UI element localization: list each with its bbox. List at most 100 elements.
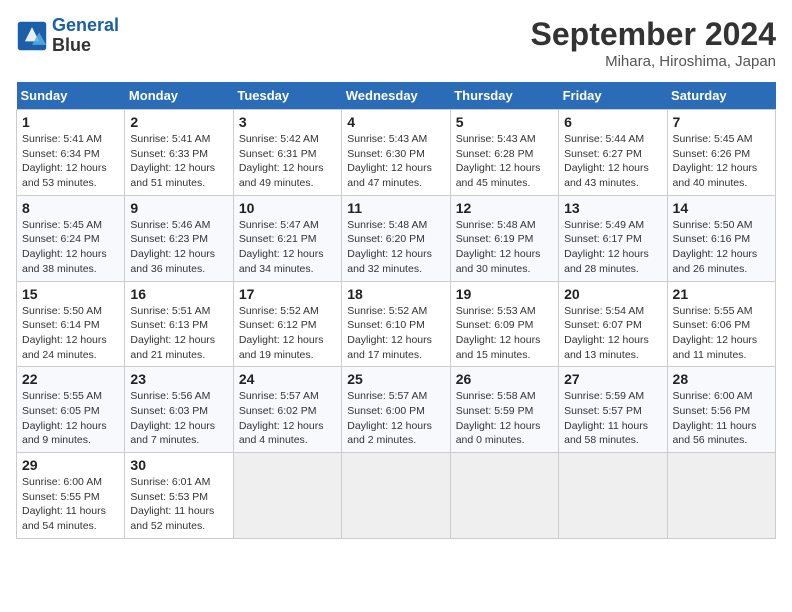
day-number: 2	[130, 114, 227, 130]
calendar-week-row: 29 Sunrise: 6:00 AM Sunset: 5:55 PM Dayli…	[17, 453, 776, 539]
cell-info: Sunrise: 6:00 AM Sunset: 5:55 PM Dayligh…	[22, 475, 119, 534]
cell-info: Sunrise: 5:52 AM Sunset: 6:12 PM Dayligh…	[239, 304, 336, 363]
calendar-cell: 21Sunrise: 5:55 AM Sunset: 6:06 PM Dayli…	[667, 281, 775, 367]
calendar-week-row: 1Sunrise: 5:41 AM Sunset: 6:34 PM Daylig…	[17, 110, 776, 196]
calendar-cell: 9 Sunrise: 5:46 AM Sunset: 6:23 PM Daylig…	[125, 195, 233, 281]
day-number: 4	[347, 114, 444, 130]
day-number: 9	[130, 200, 227, 216]
cell-info: Sunrise: 5:45 AM Sunset: 6:26 PM Dayligh…	[673, 132, 770, 191]
cell-info: Sunrise: 5:53 AM Sunset: 6:09 PM Dayligh…	[456, 304, 553, 363]
column-header-saturday: Saturday	[667, 82, 775, 110]
cell-info: Sunrise: 5:49 AM Sunset: 6:17 PM Dayligh…	[564, 218, 661, 277]
day-number: 21	[673, 286, 770, 302]
cell-info: Sunrise: 5:57 AM Sunset: 6:02 PM Dayligh…	[239, 389, 336, 448]
calendar-cell: 22Sunrise: 5:55 AM Sunset: 6:05 PM Dayli…	[17, 367, 125, 453]
calendar-cell	[450, 453, 558, 539]
column-header-sunday: Sunday	[17, 82, 125, 110]
cell-info: Sunrise: 5:52 AM Sunset: 6:10 PM Dayligh…	[347, 304, 444, 363]
calendar-cell: 7 Sunrise: 5:45 AM Sunset: 6:26 PM Daylig…	[667, 110, 775, 196]
day-number: 6	[564, 114, 661, 130]
cell-info: Sunrise: 5:45 AM Sunset: 6:24 PM Dayligh…	[22, 218, 119, 277]
cell-info: Sunrise: 5:41 AM Sunset: 6:34 PM Dayligh…	[22, 132, 119, 191]
calendar-cell: 11Sunrise: 5:48 AM Sunset: 6:20 PM Dayli…	[342, 195, 450, 281]
calendar-cell: 25 Sunrise: 5:57 AM Sunset: 6:00 PM Dayli…	[342, 367, 450, 453]
cell-info: Sunrise: 5:43 AM Sunset: 6:30 PM Dayligh…	[347, 132, 444, 191]
cell-info: Sunrise: 5:41 AM Sunset: 6:33 PM Dayligh…	[130, 132, 227, 191]
calendar-cell	[342, 453, 450, 539]
calendar-cell	[233, 453, 341, 539]
day-number: 23	[130, 371, 227, 387]
day-number: 12	[456, 200, 553, 216]
calendar-cell: 27Sunrise: 5:59 AM Sunset: 5:57 PM Dayli…	[559, 367, 667, 453]
day-number: 22	[22, 371, 119, 387]
calendar-cell	[559, 453, 667, 539]
cell-info: Sunrise: 5:57 AM Sunset: 6:00 PM Dayligh…	[347, 389, 444, 448]
day-number: 7	[673, 114, 770, 130]
calendar-cell: 16 Sunrise: 5:51 AM Sunset: 6:13 PM Dayli…	[125, 281, 233, 367]
day-number: 20	[564, 286, 661, 302]
day-number: 26	[456, 371, 553, 387]
column-header-monday: Monday	[125, 82, 233, 110]
calendar-week-row: 15 Sunrise: 5:50 AM Sunset: 6:14 PM Dayli…	[17, 281, 776, 367]
day-number: 19	[456, 286, 553, 302]
calendar-cell: 3 Sunrise: 5:42 AM Sunset: 6:31 PM Daylig…	[233, 110, 341, 196]
calendar-cell: 18 Sunrise: 5:52 AM Sunset: 6:10 PM Dayli…	[342, 281, 450, 367]
calendar-cell: 17 Sunrise: 5:52 AM Sunset: 6:12 PM Dayli…	[233, 281, 341, 367]
cell-info: Sunrise: 5:47 AM Sunset: 6:21 PM Dayligh…	[239, 218, 336, 277]
logo: General Blue	[16, 16, 119, 56]
day-number: 28	[673, 371, 770, 387]
cell-info: Sunrise: 5:58 AM Sunset: 5:59 PM Dayligh…	[456, 389, 553, 448]
day-number: 25	[347, 371, 444, 387]
day-number: 14	[673, 200, 770, 216]
calendar-cell: 15 Sunrise: 5:50 AM Sunset: 6:14 PM Dayli…	[17, 281, 125, 367]
day-number: 3	[239, 114, 336, 130]
day-number: 18	[347, 286, 444, 302]
calendar-week-row: 8 Sunrise: 5:45 AM Sunset: 6:24 PM Daylig…	[17, 195, 776, 281]
day-number: 29	[22, 457, 119, 473]
day-number: 11	[347, 200, 444, 216]
cell-info: Sunrise: 5:51 AM Sunset: 6:13 PM Dayligh…	[130, 304, 227, 363]
title-area: September 2024 Mihara, Hiroshima, Japan	[531, 16, 776, 70]
calendar-cell: 13Sunrise: 5:49 AM Sunset: 6:17 PM Dayli…	[559, 195, 667, 281]
cell-info: Sunrise: 5:43 AM Sunset: 6:28 PM Dayligh…	[456, 132, 553, 191]
calendar-cell: 10 Sunrise: 5:47 AM Sunset: 6:21 PM Dayli…	[233, 195, 341, 281]
subtitle: Mihara, Hiroshima, Japan	[531, 53, 776, 70]
cell-info: Sunrise: 5:56 AM Sunset: 6:03 PM Dayligh…	[130, 389, 227, 448]
logo-line1: General	[52, 15, 119, 35]
cell-info: Sunrise: 6:01 AM Sunset: 5:53 PM Dayligh…	[130, 475, 227, 534]
day-number: 10	[239, 200, 336, 216]
column-header-tuesday: Tuesday	[233, 82, 341, 110]
calendar-cell: 20 Sunrise: 5:54 AM Sunset: 6:07 PM Dayli…	[559, 281, 667, 367]
page-header: General Blue September 2024 Mihara, Hiro…	[16, 16, 776, 70]
calendar-cell: 24Sunrise: 5:57 AM Sunset: 6:02 PM Dayli…	[233, 367, 341, 453]
day-number: 15	[22, 286, 119, 302]
cell-info: Sunrise: 5:46 AM Sunset: 6:23 PM Dayligh…	[130, 218, 227, 277]
logo-icon	[16, 20, 48, 52]
calendar-cell: 5Sunrise: 5:43 AM Sunset: 6:28 PM Daylig…	[450, 110, 558, 196]
column-header-wednesday: Wednesday	[342, 82, 450, 110]
calendar-cell: 2 Sunrise: 5:41 AM Sunset: 6:33 PM Daylig…	[125, 110, 233, 196]
cell-info: Sunrise: 5:44 AM Sunset: 6:27 PM Dayligh…	[564, 132, 661, 191]
calendar-cell: 1Sunrise: 5:41 AM Sunset: 6:34 PM Daylig…	[17, 110, 125, 196]
logo-text: General Blue	[52, 16, 119, 56]
logo-line2: Blue	[52, 36, 119, 56]
calendar-header-row: SundayMondayTuesdayWednesdayThursdayFrid…	[17, 82, 776, 110]
calendar-cell: 29 Sunrise: 6:00 AM Sunset: 5:55 PM Dayli…	[17, 453, 125, 539]
cell-info: Sunrise: 5:50 AM Sunset: 6:16 PM Dayligh…	[673, 218, 770, 277]
calendar-cell: 8 Sunrise: 5:45 AM Sunset: 6:24 PM Daylig…	[17, 195, 125, 281]
calendar-cell: 14 Sunrise: 5:50 AM Sunset: 6:16 PM Dayli…	[667, 195, 775, 281]
calendar-cell: 30Sunrise: 6:01 AM Sunset: 5:53 PM Dayli…	[125, 453, 233, 539]
cell-info: Sunrise: 5:42 AM Sunset: 6:31 PM Dayligh…	[239, 132, 336, 191]
column-header-friday: Friday	[559, 82, 667, 110]
day-number: 8	[22, 200, 119, 216]
cell-info: Sunrise: 5:50 AM Sunset: 6:14 PM Dayligh…	[22, 304, 119, 363]
day-number: 17	[239, 286, 336, 302]
cell-info: Sunrise: 6:00 AM Sunset: 5:56 PM Dayligh…	[673, 389, 770, 448]
calendar-cell: 4 Sunrise: 5:43 AM Sunset: 6:30 PM Daylig…	[342, 110, 450, 196]
calendar-cell: 23 Sunrise: 5:56 AM Sunset: 6:03 PM Dayli…	[125, 367, 233, 453]
calendar-cell: 26 Sunrise: 5:58 AM Sunset: 5:59 PM Dayli…	[450, 367, 558, 453]
calendar-cell: 19 Sunrise: 5:53 AM Sunset: 6:09 PM Dayli…	[450, 281, 558, 367]
day-number: 16	[130, 286, 227, 302]
calendar-cell: 6 Sunrise: 5:44 AM Sunset: 6:27 PM Daylig…	[559, 110, 667, 196]
cell-info: Sunrise: 5:54 AM Sunset: 6:07 PM Dayligh…	[564, 304, 661, 363]
